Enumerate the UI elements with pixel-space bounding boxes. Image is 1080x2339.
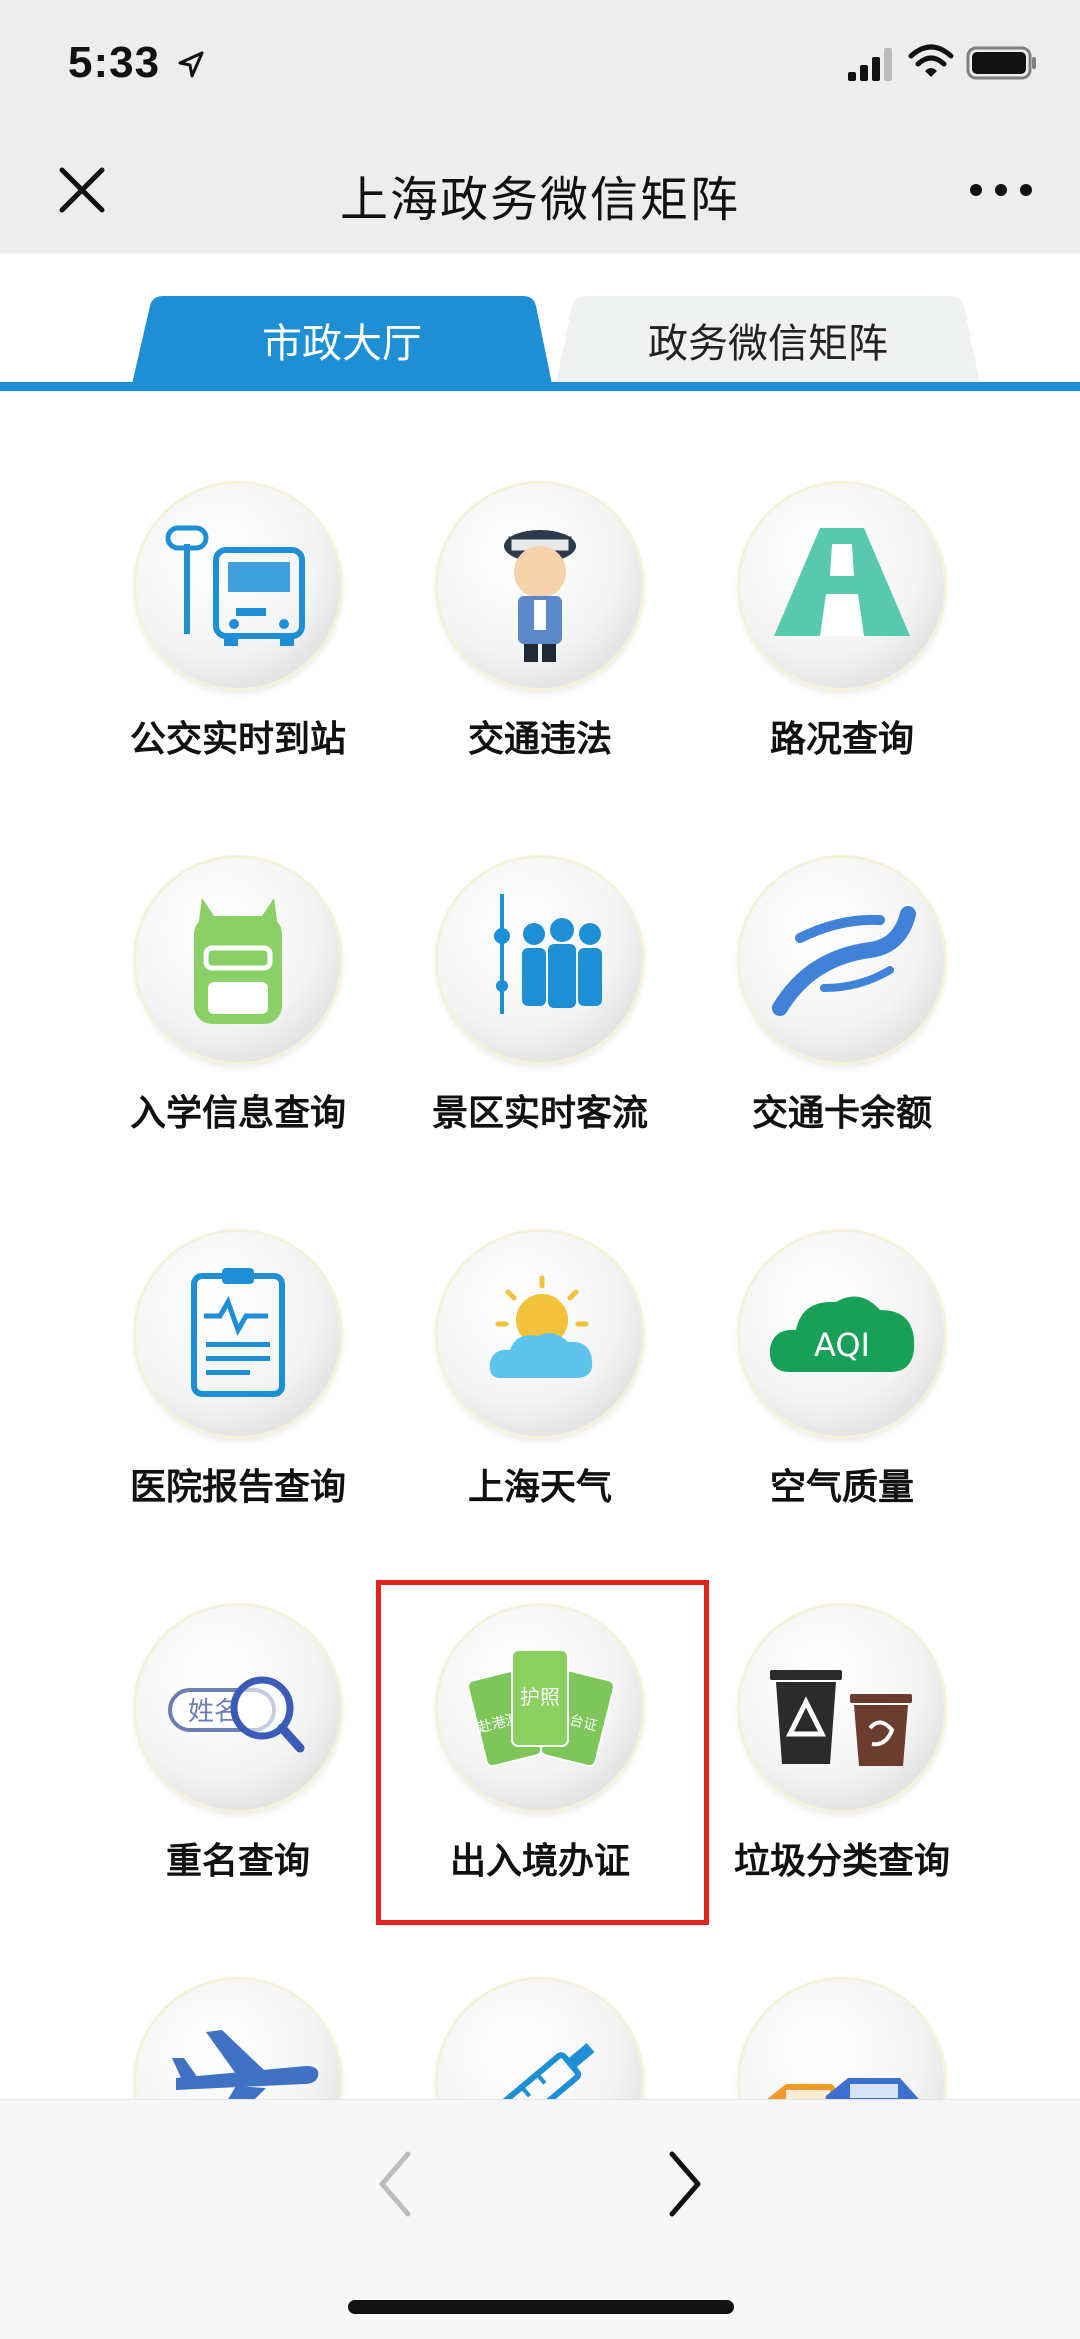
tab-gov-wechat-matrix[interactable]: 政务微信矩阵 [556, 296, 980, 384]
icon-badge: 赴港澳证 赴台证 护照 [438, 1606, 642, 1810]
service-air-quality[interactable]: AQI 空气质量 [712, 1142, 972, 1507]
service-hospital-report[interactable]: 医院报告查询 [108, 1142, 368, 1507]
service-label: 上海天气 [467, 1466, 612, 1507]
service-label: 出入境办证 [449, 1840, 630, 1881]
name-search-icon: 姓名 [168, 1676, 305, 1753]
cars-icon [767, 2078, 919, 2099]
icon-badge [438, 858, 642, 1062]
more-options-icon[interactable] [966, 170, 1036, 210]
transport-card-icon [772, 906, 916, 1016]
tab-underline [0, 382, 1080, 391]
service-label: 景区实时客流 [431, 1092, 648, 1133]
home-indicator[interactable] [348, 2300, 734, 2314]
service-label: 交通违法 [467, 718, 612, 759]
service-label: 重名查询 [165, 1840, 310, 1881]
service-exit-entry-permits[interactable]: 赴港澳证 赴台证 护照 出入境办证 [410, 1516, 670, 1881]
service-bus-arrival[interactable]: 公交实时到站 [108, 394, 368, 759]
service-label: 入学信息查询 [129, 1092, 346, 1133]
service-transport-card[interactable]: 交通卡余额 [712, 768, 972, 1133]
service-label: 医院报告查询 [129, 1466, 346, 1507]
icon-badge [438, 1980, 642, 2099]
wifi-icon [908, 44, 954, 77]
tab-label: 市政大厅 [262, 322, 422, 366]
cellular-signal-icon [848, 48, 892, 81]
service-label: 交通卡余额 [751, 1092, 932, 1133]
tab-city-hall[interactable]: 市政大厅 [132, 296, 552, 384]
service-shanghai-weather[interactable]: 上海天气 [410, 1142, 670, 1507]
location-arrow-icon [178, 51, 204, 78]
back-chevron-icon[interactable] [370, 2144, 420, 2224]
navigation-bar: 上海政务微信矩阵 [0, 130, 1080, 254]
icon-badge [136, 484, 340, 688]
medical-report-icon [191, 1268, 285, 1397]
card-center-text: 护照 [520, 1685, 560, 1709]
airplane-icon [172, 2030, 319, 2099]
service-flight[interactable] [108, 1890, 368, 2099]
service-garbage-sorting[interactable]: 垃圾分类查询 [712, 1516, 972, 1881]
service-vaccination[interactable] [410, 1890, 670, 2099]
school-bag-icon [194, 898, 282, 1024]
icon-badge [136, 858, 340, 1062]
forward-chevron-icon[interactable] [660, 2144, 710, 2224]
page-title: 上海政务微信矩阵 [339, 174, 740, 227]
icon-badge [438, 484, 642, 688]
service-label: 公交实时到站 [129, 718, 346, 759]
weather-icon [489, 1275, 593, 1378]
service-school-enrollment[interactable]: 入学信息查询 [108, 768, 368, 1133]
icon-badge [136, 1232, 340, 1436]
service-road-conditions[interactable]: 路况查询 [712, 394, 972, 759]
icon-badge [740, 1980, 944, 2099]
icon-badge: AQI [740, 1232, 944, 1436]
status-time: 5:33 [68, 38, 161, 87]
icon-badge [438, 1232, 642, 1436]
road-icon [774, 528, 910, 636]
icon-badge [740, 1606, 944, 1810]
service-label: 路况查询 [769, 718, 914, 759]
aqi-text: AQI [814, 1326, 870, 1364]
syringe-icon [491, 2042, 595, 2099]
icon-badge: 姓名 [136, 1606, 340, 1810]
service-label: 垃圾分类查询 [733, 1840, 950, 1881]
service-vehicles[interactable] [712, 1890, 972, 2099]
icon-badge [740, 858, 944, 1062]
trash-bins-icon [770, 1670, 912, 1766]
service-grid: 公交实时到站 交通违法 路况查询 入学信息查询 景区实时客流 交通卡余额 医院报… [0, 394, 1080, 2099]
air-quality-icon: AQI [769, 1296, 915, 1372]
bus-stop-icon [165, 525, 305, 646]
battery-icon [966, 46, 1036, 80]
service-scenic-crowd[interactable]: 景区实时客流 [410, 768, 670, 1133]
tab-bar: 市政大厅 政务微信矩阵 [0, 254, 1080, 394]
crowd-tower-icon [494, 894, 602, 1014]
service-name-search[interactable]: 姓名 重名查询 [108, 1516, 368, 1881]
service-label: 空气质量 [769, 1466, 914, 1507]
tab-label: 政务微信矩阵 [648, 322, 888, 366]
passport-cards-icon: 赴港澳证 赴台证 护照 [466, 1649, 616, 1768]
icon-badge [740, 484, 944, 688]
icon-badge [136, 1980, 340, 2099]
status-bar: 5:33 [0, 0, 1080, 130]
service-traffic-violation[interactable]: 交通违法 [410, 394, 670, 759]
traffic-police-icon [504, 530, 576, 662]
